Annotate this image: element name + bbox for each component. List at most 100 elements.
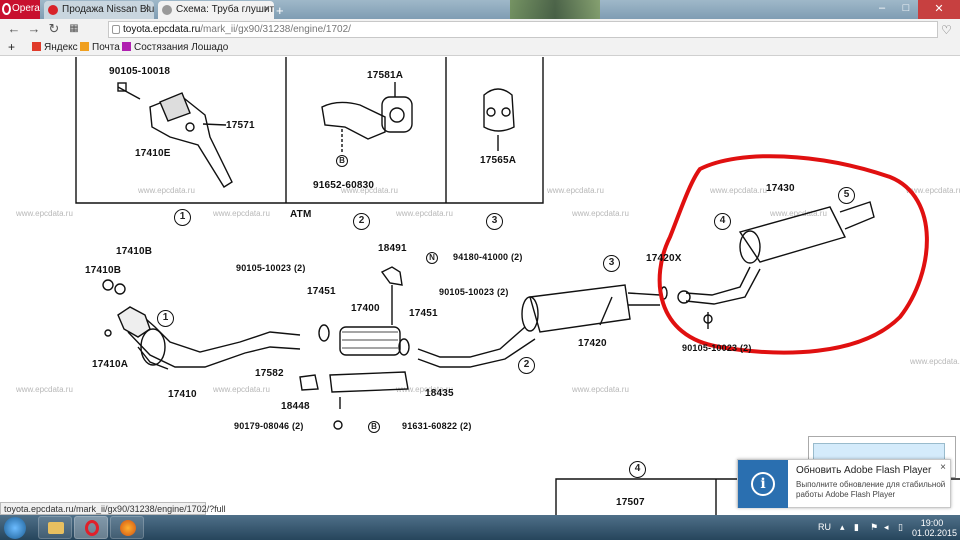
part-label[interactable]: 17581A — [367, 70, 403, 81]
flash-update-notification[interactable]: i Обновить Adobe Flash Player Выполните … — [737, 459, 951, 508]
taskbar-explorer[interactable] — [38, 516, 72, 539]
close-window-button[interactable]: ✕ — [918, 0, 960, 19]
new-tab-button[interactable]: + — [276, 3, 284, 18]
action-center-icon[interactable]: ⚑ — [870, 522, 878, 533]
bookmark-label: Яндекс — [44, 42, 78, 53]
start-button[interactable] — [4, 517, 26, 539]
center-pipe-17420 — [417, 326, 526, 358]
taskbar-firefox[interactable] — [110, 516, 144, 539]
tab-close-icon[interactable]: × — [144, 3, 150, 15]
bookmark-mail[interactable]: Почта — [80, 42, 120, 53]
part-label[interactable]: 17571 — [226, 120, 255, 131]
callout-circle: 3 — [486, 213, 503, 230]
bolt-marker: N — [426, 252, 438, 264]
part-label[interactable]: 17565A — [480, 155, 516, 166]
tail-pipe — [685, 266, 751, 296]
gasket-17582 — [299, 374, 319, 391]
windows-taskbar: RU ▴ ▮ ⚑ ◂ ▯ 19:00 01.02.2015 — [0, 515, 960, 540]
background-thumbnail — [510, 0, 600, 19]
part-label[interactable]: 17451 — [307, 286, 336, 297]
part-label[interactable]: 17410E — [135, 148, 171, 159]
add-bookmark-icon[interactable]: + — [8, 40, 15, 54]
part-label[interactable]: 17420 — [578, 338, 607, 349]
part-label[interactable]: 90105-10023 (2) — [236, 263, 306, 273]
part-label[interactable]: 17410A — [92, 359, 128, 370]
clock[interactable]: 19:00 01.02.2015 — [912, 518, 958, 538]
bolt-marker: B — [336, 155, 348, 167]
bookmark-label: Почта — [92, 42, 120, 53]
clock-time: 19:00 — [920, 518, 944, 528]
hanger-17581A — [321, 101, 386, 140]
atm-label: ATM — [290, 209, 312, 220]
clock-date: 01.02.2015 — [912, 528, 958, 538]
site-info-icon[interactable] — [112, 25, 120, 34]
bookmark-horse-race[interactable]: Состязания Лошадо — [122, 42, 228, 53]
part-label[interactable]: 18448 — [281, 401, 310, 412]
heart-icon[interactable]: ♡ — [941, 23, 952, 37]
catalytic-converter-17400 — [339, 326, 401, 356]
mail-icon — [80, 42, 89, 51]
heat-insulator-18435 — [329, 371, 409, 393]
minimize-button[interactable]: – — [870, 0, 894, 19]
part-label[interactable]: 17507 — [616, 497, 645, 508]
part-label[interactable]: 17410 — [168, 389, 197, 400]
part-label[interactable]: 17430 — [766, 183, 795, 194]
gear-favicon-icon — [162, 5, 172, 15]
forward-arrow-icon[interactable]: → — [26, 21, 42, 37]
tab-close-icon[interactable]: × — [264, 3, 270, 15]
site-favicon-icon — [48, 5, 58, 15]
network-icon[interactable]: ▮ — [854, 522, 859, 533]
center-muffler — [529, 284, 631, 333]
tab-nissan-bluebird[interactable]: Продажа Nissan Bluebird × — [44, 1, 154, 19]
part-label[interactable]: 91631-60822 (2) — [402, 421, 472, 431]
tab-bar: Opera Продажа Nissan Bluebird × Схема: Т… — [0, 0, 960, 19]
tab-label: Схема: Труба глушителя — [176, 4, 274, 15]
bookmark-label: Состязания Лошадо — [134, 42, 229, 53]
notification-close-button[interactable]: × — [940, 462, 946, 473]
game-icon — [122, 42, 131, 51]
taskbar-opera[interactable] — [74, 516, 108, 539]
bolt-marker: B — [368, 421, 380, 433]
reload-icon[interactable]: ↻ — [46, 21, 62, 37]
part-label[interactable]: 94180-41000 (2) — [453, 252, 523, 262]
back-arrow-icon[interactable]: ← — [6, 21, 22, 37]
part-label[interactable]: 90105-10018 — [109, 66, 170, 77]
part-label[interactable]: 17582 — [255, 368, 284, 379]
tab-diagram[interactable]: Схема: Труба глушителя × — [158, 1, 274, 19]
address-toolbar: ← → ↻ ▦ toyota.epcdata.ru/mark_ii/gx90/3… — [0, 19, 960, 40]
yandex-icon — [32, 42, 41, 51]
part-label[interactable]: 17400 — [351, 303, 380, 314]
language-indicator[interactable]: RU — [818, 522, 831, 532]
part-label[interactable]: 17420X — [646, 253, 682, 264]
status-link-preview: toyota.epcdata.ru/mark_ii/gx90/31238/eng… — [0, 502, 226, 515]
volume-icon[interactable]: ◂ — [884, 522, 889, 533]
maximize-button[interactable]: □ — [894, 0, 918, 19]
part-label[interactable]: 17410B — [85, 265, 121, 276]
bolt-90105-10018 — [117, 86, 141, 100]
gasket-17410B — [102, 279, 114, 291]
callout-circle: 1 — [174, 209, 191, 226]
part-label[interactable]: 90105-10023 (2) — [439, 287, 509, 297]
url-host: toyota.epcdata.ru — [123, 24, 201, 35]
tray-up-arrow-icon[interactable]: ▴ — [840, 522, 845, 533]
opera-icon — [85, 520, 99, 536]
battery-icon[interactable]: ▯ — [898, 522, 903, 533]
part-label[interactable]: 17451 — [409, 308, 438, 319]
part-label[interactable]: 18435 — [425, 388, 454, 399]
page-content: www.epcdata.ru www.epcdata.ru www.epcdat… — [0, 57, 960, 515]
url-path: /mark_ii/gx90/31238/engine/1702/ — [200, 24, 351, 35]
part-label[interactable]: 18491 — [378, 243, 407, 254]
part-label[interactable]: 90179-08046 (2) — [234, 421, 304, 431]
part-label[interactable]: 90105-10023 (2) — [682, 343, 752, 353]
part-label[interactable]: 17410B — [116, 246, 152, 257]
part-label[interactable]: 91652-60830 — [313, 180, 374, 191]
speed-dial-grid-icon[interactable]: ▦ — [66, 21, 82, 37]
opera-logo-icon — [2, 3, 11, 15]
notification-title: Обновить Adobe Flash Player — [796, 465, 932, 476]
opera-menu-label: Opera — [12, 3, 40, 14]
bookmark-yandex[interactable]: Яндекс — [32, 42, 78, 53]
callout-circle: 5 — [838, 187, 855, 204]
opera-menu-button[interactable]: Opera — [0, 0, 40, 19]
address-input[interactable]: toyota.epcdata.ru/mark_ii/gx90/31238/eng… — [108, 21, 938, 38]
bookmarks-bar: + Яндекс Почта Состязания Лошадо — [0, 40, 960, 56]
